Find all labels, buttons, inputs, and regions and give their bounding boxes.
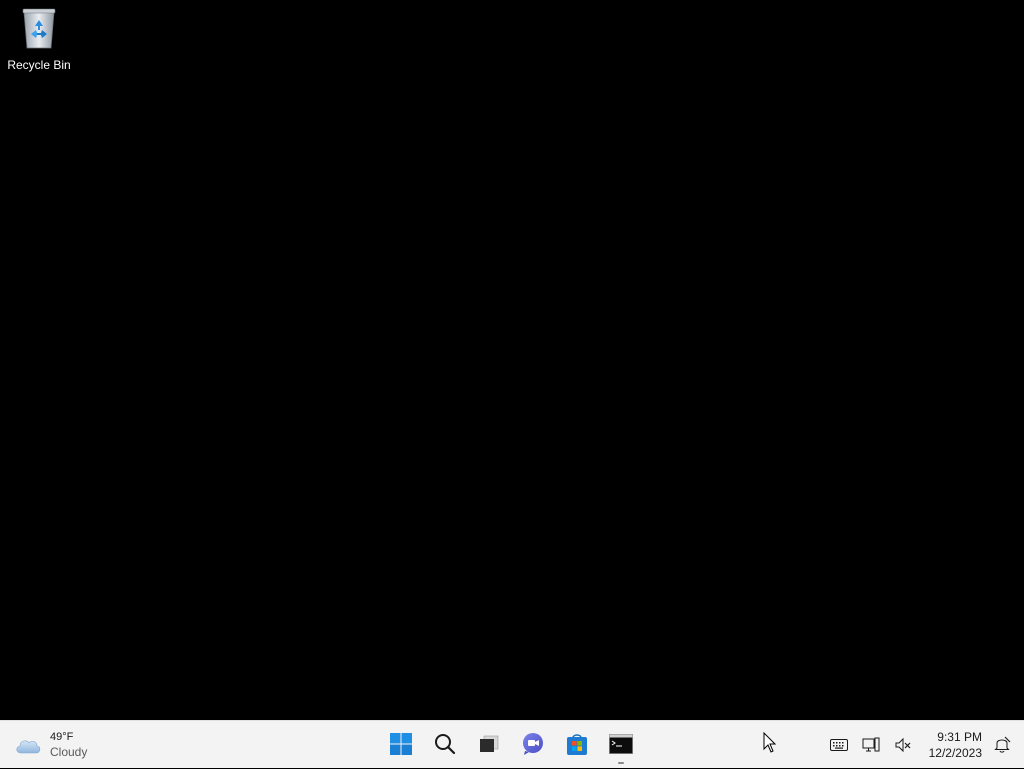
- command-prompt-icon: [609, 733, 633, 757]
- taskbar-pinned-apps: [381, 725, 645, 765]
- clock-time: 9:31 PM: [937, 730, 982, 744]
- start-button[interactable]: [381, 725, 421, 765]
- weather-condition: Cloudy: [50, 745, 88, 759]
- store-button[interactable]: [557, 725, 597, 765]
- mouse-cursor: [763, 731, 777, 754]
- notification-button[interactable]: [988, 731, 1016, 759]
- windows-start-icon: [389, 732, 413, 759]
- chat-icon: [521, 732, 545, 759]
- search-button[interactable]: [425, 725, 465, 765]
- volume-muted-icon[interactable]: [891, 733, 915, 757]
- desktop[interactable]: Recycle Bin: [0, 0, 1024, 720]
- desktop-icon-label: Recycle Bin: [7, 58, 71, 72]
- weather-widget[interactable]: 49°F Cloudy: [12, 727, 87, 763]
- search-icon: [434, 733, 456, 758]
- taskbar: 49°F Cloudy 9:31 PM 12/2/2023: [0, 720, 1024, 768]
- recycle-bin-icon: [19, 6, 59, 52]
- chat-button[interactable]: [513, 725, 553, 765]
- store-icon: [565, 732, 589, 759]
- keyboard-icon[interactable]: [827, 733, 851, 757]
- clock-date: 12/2/2023: [928, 746, 982, 760]
- network-icon[interactable]: [859, 733, 883, 757]
- task-view-icon: [478, 733, 500, 758]
- desktop-icon-recycle-bin[interactable]: Recycle Bin: [4, 6, 74, 76]
- weather-temperature: 49°F: [50, 731, 74, 743]
- system-tray: 9:31 PM 12/2/2023: [819, 721, 1024, 769]
- task-view-button[interactable]: [469, 725, 509, 765]
- command-prompt-button[interactable]: [601, 725, 641, 765]
- cloud-icon: [12, 733, 44, 757]
- notification-bell-icon: [993, 735, 1011, 756]
- clock[interactable]: 9:31 PM 12/2/2023: [929, 729, 982, 761]
